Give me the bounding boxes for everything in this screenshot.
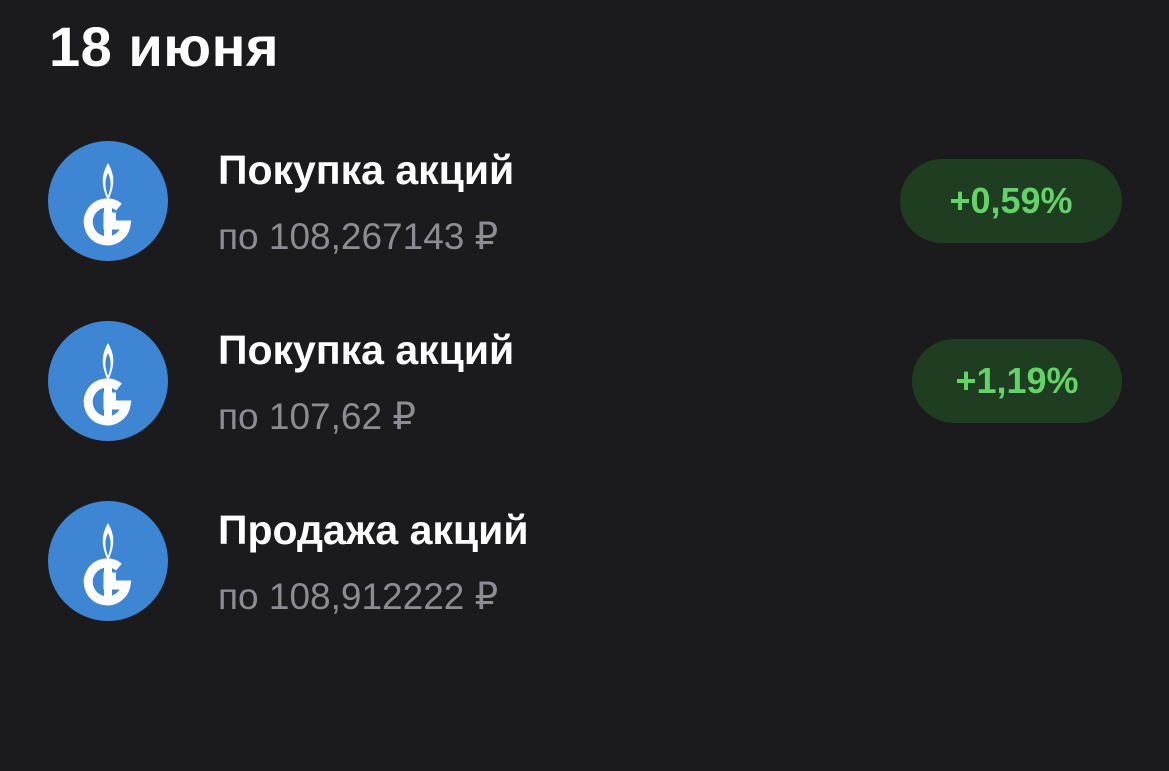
gazprom-logo-icon <box>48 141 168 261</box>
operation-row[interactable]: Продажа акций по 108,912222 ₽ <box>0 501 1169 621</box>
operation-price: по 108,912222 ₽ <box>218 576 499 617</box>
change-badge: +1,19% <box>912 339 1122 423</box>
operations-list: Покупка акций по 108,267143 ₽ +0,59% Пок… <box>0 0 1169 771</box>
operation-price: по 107,62 ₽ <box>218 396 416 437</box>
operation-title: Покупка акций <box>218 327 515 373</box>
operation-row[interactable]: Покупка акций по 108,267143 ₽ +0,59% <box>0 141 1169 261</box>
change-badge: +0,59% <box>900 159 1122 243</box>
operation-price: по 108,267143 ₽ <box>218 216 499 257</box>
gazprom-logo-icon <box>48 501 168 621</box>
operation-title: Покупка акций <box>218 147 515 193</box>
operation-title: Продажа акций <box>218 507 529 553</box>
operation-row[interactable]: Покупка акций по 107,62 ₽ +1,19% <box>0 321 1169 441</box>
gazprom-logo-icon <box>48 321 168 441</box>
